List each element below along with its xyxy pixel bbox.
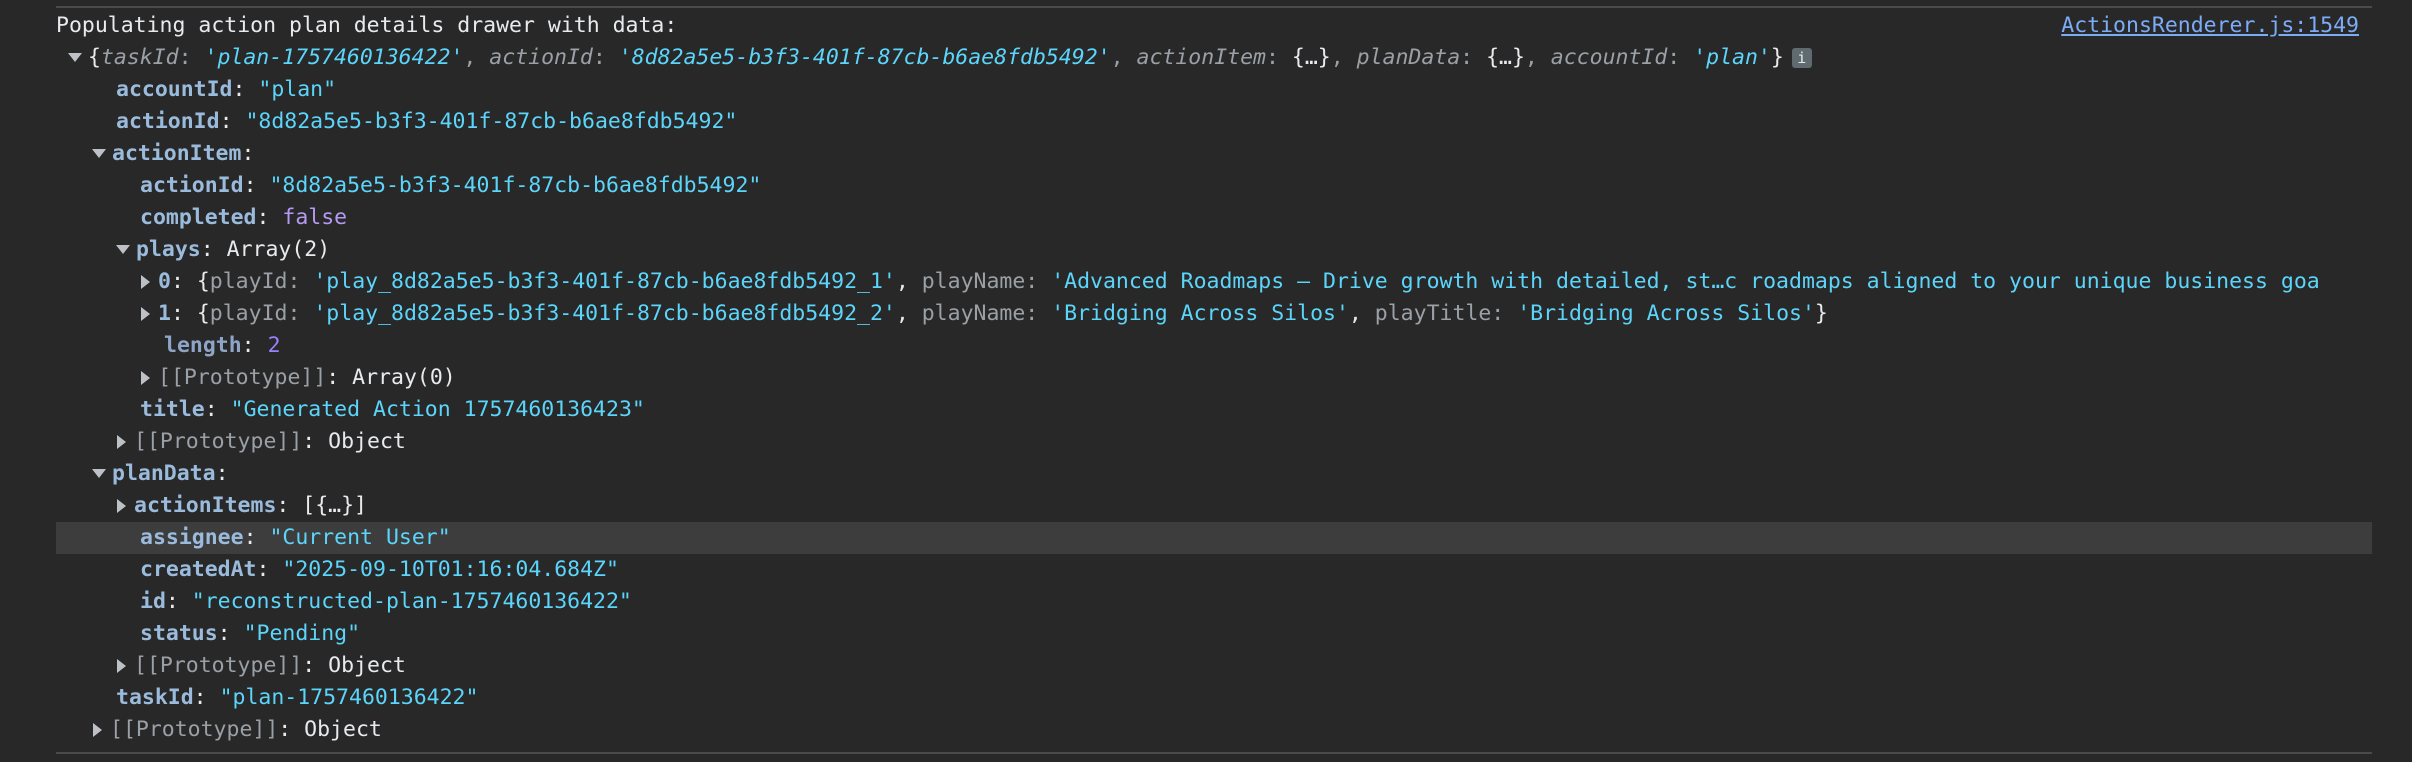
prop-row-id: id: "reconstructed-plan-1757460136422" <box>140 589 632 614</box>
object-summary-row[interactable]: {taskId: 'plan-1757460136422', actionId:… <box>68 42 1812 74</box>
expand-triangle-icon[interactable] <box>68 52 82 62</box>
console-message-bottom-divider <box>56 752 2372 754</box>
prop-row-status: status: "Pending" <box>140 621 361 646</box>
prop-row-actionItem-prototype[interactable]: [[Prototype]]: Object <box>114 426 406 458</box>
prop-row-assignee-hovered: assignee: "Current User" <box>56 522 2372 554</box>
array-item-1[interactable]: 1: {playId: 'play_8d82a5e5-b3f3-401f-87c… <box>138 298 1828 330</box>
collapse-triangle-icon[interactable] <box>93 723 102 737</box>
prop-row-planData-prototype[interactable]: [[Prototype]]: Object <box>114 650 406 682</box>
collapse-triangle-icon[interactable] <box>141 307 150 321</box>
array-item-0[interactable]: 0: {playId: 'play_8d82a5e5-b3f3-401f-87c… <box>138 266 2372 298</box>
expand-triangle-icon[interactable] <box>92 148 106 158</box>
prop-row-completed: completed: false <box>140 205 348 230</box>
console-log-message: Populating action plan details drawer wi… <box>56 13 678 38</box>
prop-row-actionItem[interactable]: actionItem: <box>92 138 254 170</box>
prop-row-actionItems[interactable]: actionItems: [{…}] <box>114 490 367 522</box>
prop-row-createdAt: createdAt: "2025-09-10T01:16:04.684Z" <box>140 557 619 582</box>
collapse-triangle-icon[interactable] <box>141 371 150 385</box>
collapse-triangle-icon[interactable] <box>117 659 126 673</box>
prop-row-root-prototype[interactable]: [[Prototype]]: Object <box>90 714 382 746</box>
collapse-triangle-icon[interactable] <box>141 275 150 289</box>
collapse-triangle-icon[interactable] <box>117 499 126 513</box>
source-location-link[interactable]: ActionsRenderer.js:1549 <box>2061 10 2359 42</box>
prop-row-accountId: accountId: "plan" <box>116 77 337 102</box>
prop-row-actionItem-actionId: actionId: "8d82a5e5-b3f3-401f-87cb-b6ae8… <box>140 173 762 198</box>
info-icon[interactable]: i <box>1791 48 1812 68</box>
prop-row-planData[interactable]: planData: <box>92 458 229 490</box>
expand-triangle-icon[interactable] <box>92 468 106 478</box>
prop-row-length: length: 2 <box>164 333 281 358</box>
collapse-triangle-icon[interactable] <box>117 435 126 449</box>
prop-row-plays-prototype[interactable]: [[Prototype]]: Array(0) <box>138 362 456 394</box>
prop-row-taskId: taskId: "plan-1757460136422" <box>116 685 479 710</box>
expand-triangle-icon[interactable] <box>116 244 130 254</box>
prop-row-actionId: actionId: "8d82a5e5-b3f3-401f-87cb-b6ae8… <box>116 109 738 134</box>
prop-row-plays[interactable]: plays: Array(2) <box>116 234 330 266</box>
prop-row-title: title: "Generated Action 1757460136423" <box>140 397 645 422</box>
console-message-top-divider <box>56 6 2372 8</box>
